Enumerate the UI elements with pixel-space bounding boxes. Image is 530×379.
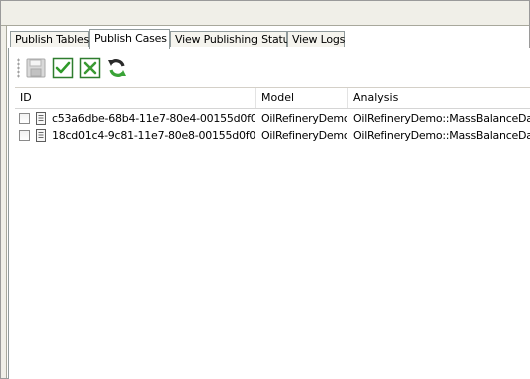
panel-left-border [1, 26, 7, 378]
check-all-button[interactable] [52, 57, 74, 79]
refresh-button[interactable] [106, 57, 128, 79]
cases-list: ID Model Analysis c53a6dbe-68b4-11e7-80e… [15, 87, 530, 379]
model-cell: OilRefineryDemo [261, 129, 347, 142]
list-header: ID Model Analysis [15, 88, 530, 109]
case-id-cell: c53a6dbe-68b4-11e7-80e4-00155d0f022a [52, 112, 255, 125]
case-id-cell: 18cd01c4-9c81-11e7-80e8-00155d0f022a [52, 129, 255, 142]
column-header-analysis[interactable]: Analysis [348, 88, 530, 108]
toolbar-grip[interactable] [17, 58, 20, 78]
row-checkbox[interactable] [19, 113, 30, 124]
case-document-icon [36, 129, 46, 142]
model-cell: OilRefineryDemo [261, 112, 347, 125]
top-band [1, 1, 529, 26]
tab-view-publishing-status[interactable]: View Publishing Status [170, 31, 295, 47]
table-row[interactable]: 18cd01c4-9c81-11e7-80e8-00155d0f022a Oil… [15, 127, 530, 144]
case-document-icon [36, 112, 46, 125]
tab-publish-tables[interactable]: Publish Tables [10, 31, 89, 47]
toolbar [15, 54, 155, 82]
column-header-id[interactable]: ID [15, 88, 256, 108]
column-header-model[interactable]: Model [256, 88, 348, 108]
uncheck-all-icon [79, 57, 101, 79]
row-checkbox[interactable] [19, 130, 30, 141]
tab-view-logs[interactable]: View Logs [287, 31, 345, 47]
publish-cases-panel: ID Model Analysis c53a6dbe-68b4-11e7-80e… [8, 48, 530, 379]
analysis-cell: OilRefineryDemo::MassBalanceDaily [353, 129, 530, 142]
tab-strip: Publish Tables Publish Cases View Publis… [8, 29, 530, 49]
analysis-cell: OilRefineryDemo::MassBalanceDaily [353, 112, 530, 125]
table-row[interactable]: c53a6dbe-68b4-11e7-80e4-00155d0f022a Oil… [15, 110, 530, 127]
save-icon [26, 58, 46, 78]
check-all-icon [52, 57, 74, 79]
uncheck-all-button[interactable] [79, 57, 101, 79]
save-button[interactable] [25, 57, 47, 79]
refresh-icon [108, 59, 126, 77]
tab-publish-cases[interactable]: Publish Cases [89, 29, 170, 49]
